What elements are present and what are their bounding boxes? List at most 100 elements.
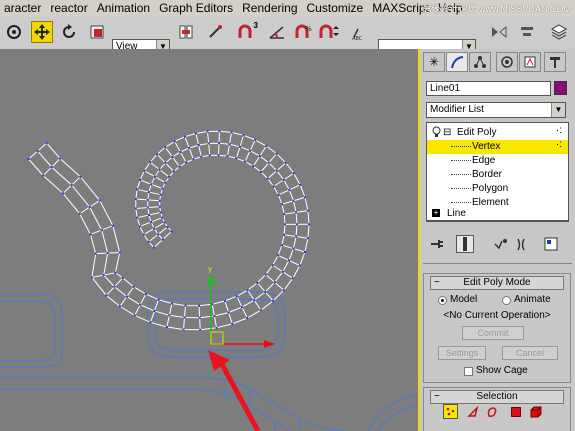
vertex-point[interactable] xyxy=(235,157,238,160)
vertex-point[interactable] xyxy=(215,326,218,329)
vertex-point[interactable] xyxy=(125,295,128,298)
vertex-point[interactable] xyxy=(164,146,167,149)
vertex-point[interactable] xyxy=(147,240,150,243)
stack-subitem-edge[interactable]: Edge xyxy=(427,154,568,168)
selection-header[interactable]: − Selection xyxy=(430,390,564,404)
vertex-point[interactable] xyxy=(121,276,124,279)
vertex-point[interactable] xyxy=(178,165,181,168)
vertex-point[interactable] xyxy=(264,273,267,276)
vertex-point[interactable] xyxy=(185,161,188,164)
vertex-point[interactable] xyxy=(94,252,97,255)
vertex-point[interactable] xyxy=(242,134,245,137)
vertex-point[interactable] xyxy=(42,174,45,177)
make-unique-icon[interactable] xyxy=(492,235,510,253)
vertex-point[interactable] xyxy=(306,237,309,240)
vertex-point[interactable] xyxy=(277,254,280,257)
vertex-point[interactable] xyxy=(164,181,167,184)
scale-icon[interactable] xyxy=(86,21,108,43)
vertex-point[interactable] xyxy=(235,295,238,298)
vertex-point[interactable] xyxy=(240,306,243,309)
menu-item-character[interactable]: aracter xyxy=(0,0,46,17)
vertex-point[interactable] xyxy=(147,191,150,194)
vertex-point[interactable] xyxy=(138,225,141,228)
edit-named-selection-icon[interactable]: ABC xyxy=(350,21,372,43)
vertex-mode-button[interactable] xyxy=(443,404,458,419)
manipulate-icon[interactable] xyxy=(204,21,226,43)
vertex-point[interactable] xyxy=(161,216,164,219)
menu-item-reactor[interactable]: reactor xyxy=(46,0,92,17)
vertex-point[interactable] xyxy=(146,198,149,201)
vertex-point[interactable] xyxy=(291,277,294,280)
vertex-point[interactable] xyxy=(153,310,156,313)
vertex-point[interactable] xyxy=(159,193,162,196)
vertex-point[interactable] xyxy=(150,221,153,224)
vertex-point[interactable] xyxy=(298,264,301,267)
motion-tab[interactable] xyxy=(496,52,518,72)
vertex-point[interactable] xyxy=(100,229,103,232)
vertex-point[interactable] xyxy=(307,223,310,226)
vertex-point[interactable] xyxy=(27,157,30,160)
vertex-point[interactable] xyxy=(139,303,142,306)
layer-manager-icon[interactable] xyxy=(548,21,570,43)
vertex-point[interactable] xyxy=(88,206,91,209)
vertex-point[interactable] xyxy=(238,145,241,148)
utilities-tab[interactable] xyxy=(544,52,566,72)
object-color-swatch[interactable] xyxy=(554,81,567,95)
vertex-point[interactable] xyxy=(157,233,160,236)
vertex-point[interactable] xyxy=(152,246,155,249)
vertex-point[interactable] xyxy=(283,213,286,216)
vertex-point[interactable] xyxy=(194,132,197,135)
vertex-point[interactable] xyxy=(306,209,309,212)
vertex-point[interactable] xyxy=(118,251,121,254)
polygon-mode-button[interactable] xyxy=(508,404,523,419)
vertex-point[interactable] xyxy=(199,328,202,331)
vertex-point[interactable] xyxy=(226,155,229,158)
remove-modifier-icon[interactable] xyxy=(512,235,530,253)
vertex-point[interactable] xyxy=(149,161,152,164)
perspective-viewport[interactable]: y xyxy=(0,49,420,431)
vertex-point[interactable] xyxy=(272,185,275,188)
vertex-point[interactable] xyxy=(102,274,105,277)
vertex-point[interactable] xyxy=(265,145,268,148)
vertex-point[interactable] xyxy=(132,285,135,288)
modify-tab[interactable] xyxy=(446,52,468,72)
configure-modifier-sets-icon[interactable] xyxy=(542,235,560,253)
vertex-point[interactable] xyxy=(158,168,161,171)
vertex-point[interactable] xyxy=(165,326,168,329)
edge-mode-button[interactable] xyxy=(465,404,480,419)
vertex-point[interactable] xyxy=(149,321,152,324)
model-radio[interactable]: Model xyxy=(438,294,477,306)
element-mode-button[interactable] xyxy=(528,404,543,419)
vertex-point[interactable] xyxy=(157,298,160,301)
vertex-point[interactable] xyxy=(288,188,291,191)
vertex-point[interactable] xyxy=(213,315,216,318)
pivot-center-icon[interactable] xyxy=(175,21,197,43)
vertex-point[interactable] xyxy=(287,259,290,262)
stack-subitem-vertex[interactable]: Vertex ·: xyxy=(427,139,568,154)
rotate-icon[interactable] xyxy=(58,21,80,43)
vertex-point[interactable] xyxy=(171,156,174,159)
stack-subitem-polygon[interactable]: Polygon xyxy=(427,182,568,196)
vertex-point[interactable] xyxy=(59,157,62,160)
menu-item-animation[interactable]: Animation xyxy=(93,0,155,17)
vertex-point[interactable] xyxy=(303,196,306,199)
vertex-point[interactable] xyxy=(70,184,73,187)
mirror-icon[interactable] xyxy=(488,21,510,43)
vertex-point[interactable] xyxy=(273,281,276,284)
vertex-point[interactable] xyxy=(164,161,167,164)
modifier-list-dropdown[interactable]: Modifier List ▼ xyxy=(426,102,566,118)
edit-poly-mode-header[interactable]: − Edit Poly Mode xyxy=(430,276,564,290)
vertex-point[interactable] xyxy=(283,233,286,236)
vertex-point[interactable] xyxy=(136,216,139,219)
vertex-point[interactable] xyxy=(168,175,171,178)
vertex-point[interactable] xyxy=(192,158,195,161)
vertex-point[interactable] xyxy=(168,314,171,317)
vertex-point[interactable] xyxy=(256,281,259,284)
vertex-point[interactable] xyxy=(156,153,159,156)
vertex-point[interactable] xyxy=(292,247,295,250)
stack-item-edit-poly[interactable]: ⊟ Edit Poly ·: xyxy=(427,125,568,140)
vertex-point[interactable] xyxy=(61,192,64,195)
vertex-point[interactable] xyxy=(252,165,255,168)
vertex-point[interactable] xyxy=(106,252,109,255)
vertex-point[interactable] xyxy=(144,293,147,296)
